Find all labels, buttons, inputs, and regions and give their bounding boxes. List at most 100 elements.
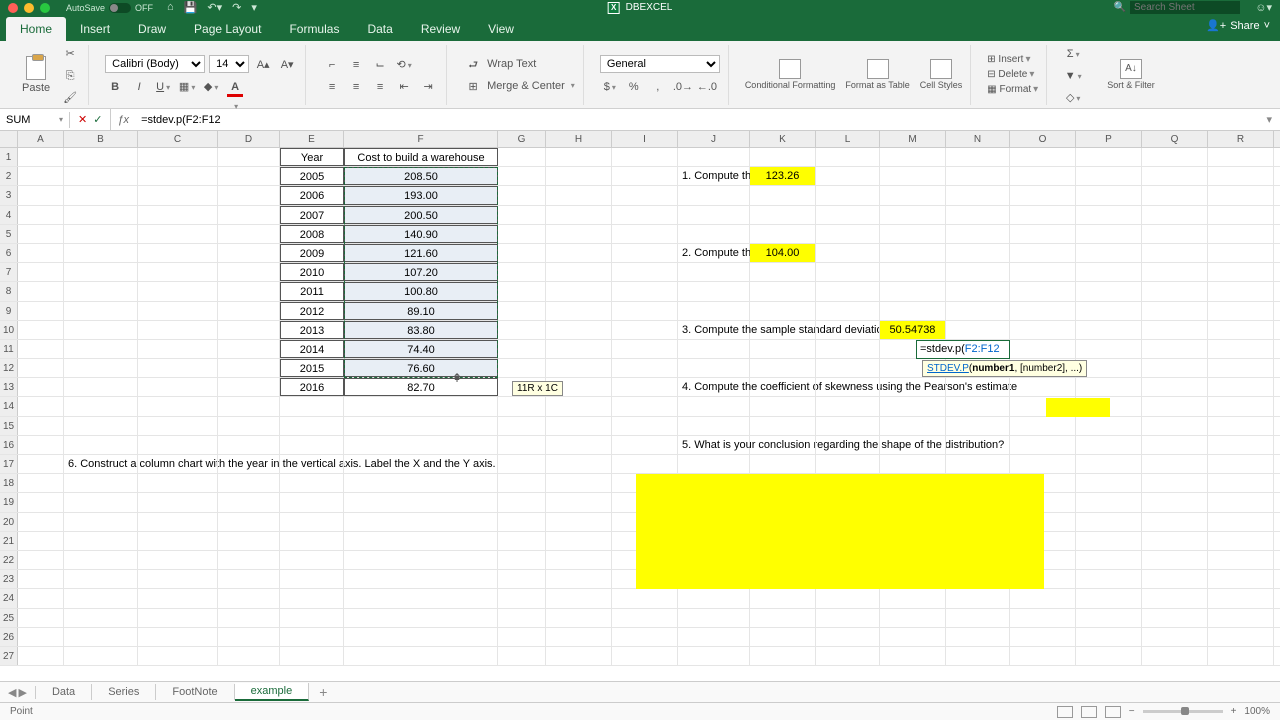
cell[interactable] bbox=[64, 609, 138, 627]
save-icon[interactable]: 💾 bbox=[184, 1, 198, 14]
cell[interactable] bbox=[18, 628, 64, 646]
cell[interactable] bbox=[816, 359, 880, 377]
cell[interactable] bbox=[612, 609, 678, 627]
cell[interactable] bbox=[946, 206, 1010, 224]
increase-indent-icon[interactable]: ⇥ bbox=[418, 77, 438, 95]
column-header[interactable]: P bbox=[1076, 131, 1142, 147]
row-header[interactable]: 2 bbox=[0, 167, 18, 185]
cell[interactable] bbox=[138, 378, 218, 396]
zoom-in-icon[interactable]: + bbox=[1231, 706, 1237, 717]
cell[interactable] bbox=[816, 647, 880, 665]
cell[interactable] bbox=[64, 570, 138, 588]
cell[interactable] bbox=[498, 628, 546, 646]
cell[interactable] bbox=[750, 417, 816, 435]
row-header[interactable]: 15 bbox=[0, 417, 18, 435]
cell[interactable] bbox=[1010, 167, 1076, 185]
cell[interactable] bbox=[18, 263, 64, 281]
cell[interactable] bbox=[64, 321, 138, 339]
copy-icon[interactable]: ⎘ bbox=[60, 66, 80, 84]
cell[interactable] bbox=[64, 628, 138, 646]
cell[interactable] bbox=[218, 455, 280, 473]
cell[interactable] bbox=[546, 474, 612, 492]
cell[interactable] bbox=[816, 589, 880, 607]
cell[interactable] bbox=[1010, 647, 1076, 665]
cell[interactable] bbox=[1142, 186, 1208, 204]
cell[interactable] bbox=[678, 589, 750, 607]
cell[interactable] bbox=[64, 397, 138, 415]
cell[interactable]: 82.70 bbox=[344, 378, 498, 396]
cell[interactable] bbox=[498, 532, 546, 550]
cell[interactable] bbox=[1010, 321, 1076, 339]
cell[interactable] bbox=[546, 455, 612, 473]
cell[interactable] bbox=[344, 647, 498, 665]
cell[interactable] bbox=[1076, 609, 1142, 627]
cell[interactable] bbox=[18, 397, 64, 415]
row-header[interactable]: 19 bbox=[0, 493, 18, 511]
row-header[interactable]: 20 bbox=[0, 513, 18, 531]
cell[interactable]: 107.20 bbox=[344, 263, 498, 281]
cell[interactable] bbox=[946, 321, 1010, 339]
cell[interactable] bbox=[546, 570, 612, 588]
cell[interactable] bbox=[880, 186, 946, 204]
cell[interactable] bbox=[678, 647, 750, 665]
clear-icon[interactable]: ◇▾ bbox=[1063, 88, 1083, 106]
cell[interactable] bbox=[218, 493, 280, 511]
cell[interactable] bbox=[498, 148, 546, 166]
cell[interactable] bbox=[218, 244, 280, 262]
cell[interactable] bbox=[1208, 397, 1274, 415]
cell[interactable] bbox=[1142, 455, 1208, 473]
cell[interactable] bbox=[946, 628, 1010, 646]
align-center-icon[interactable]: ≡ bbox=[346, 77, 366, 95]
cell[interactable] bbox=[946, 609, 1010, 627]
cell[interactable] bbox=[1076, 589, 1142, 607]
cell[interactable] bbox=[946, 647, 1010, 665]
cell[interactable] bbox=[138, 609, 218, 627]
tab-review[interactable]: Review bbox=[407, 17, 474, 41]
cell[interactable] bbox=[612, 206, 678, 224]
bold-button[interactable]: B bbox=[105, 77, 125, 95]
cell[interactable] bbox=[946, 417, 1010, 435]
cell[interactable] bbox=[280, 513, 344, 531]
column-header[interactable]: G bbox=[498, 131, 546, 147]
spreadsheet-grid[interactable]: ABCDEFGHIJKLMNOPQR 1YearCost to build a … bbox=[0, 131, 1280, 681]
cell[interactable] bbox=[1208, 225, 1274, 243]
cell[interactable] bbox=[1076, 282, 1142, 300]
page-layout-view-icon[interactable] bbox=[1081, 706, 1097, 718]
cell[interactable] bbox=[1208, 302, 1274, 320]
cell[interactable] bbox=[344, 397, 498, 415]
cell[interactable] bbox=[344, 417, 498, 435]
cell[interactable] bbox=[218, 321, 280, 339]
cell[interactable] bbox=[18, 359, 64, 377]
cell[interactable] bbox=[546, 532, 612, 550]
fill-icon[interactable]: ▼▾ bbox=[1063, 66, 1083, 84]
cell[interactable] bbox=[280, 417, 344, 435]
increase-font-icon[interactable]: A▴ bbox=[253, 55, 273, 73]
cell[interactable] bbox=[64, 225, 138, 243]
cell[interactable] bbox=[280, 609, 344, 627]
cell[interactable] bbox=[946, 225, 1010, 243]
orientation-icon[interactable]: ⟲▾ bbox=[394, 55, 414, 73]
currency-icon[interactable]: $▾ bbox=[600, 77, 620, 95]
cell[interactable] bbox=[1208, 148, 1274, 166]
cell[interactable] bbox=[138, 513, 218, 531]
cell[interactable] bbox=[1076, 474, 1142, 492]
cell[interactable] bbox=[546, 225, 612, 243]
cell[interactable] bbox=[612, 455, 678, 473]
cell[interactable] bbox=[218, 167, 280, 185]
cell[interactable] bbox=[1208, 321, 1274, 339]
cell[interactable] bbox=[1142, 589, 1208, 607]
cell[interactable] bbox=[218, 513, 280, 531]
cell[interactable]: 2010 bbox=[280, 263, 344, 281]
column-header[interactable]: D bbox=[218, 131, 280, 147]
cell[interactable] bbox=[546, 628, 612, 646]
cell[interactable] bbox=[546, 282, 612, 300]
cell[interactable] bbox=[218, 417, 280, 435]
cell[interactable] bbox=[138, 436, 218, 454]
cell[interactable] bbox=[880, 417, 946, 435]
tab-insert[interactable]: Insert bbox=[66, 17, 124, 41]
row-header[interactable]: 16 bbox=[0, 436, 18, 454]
column-header[interactable]: N bbox=[946, 131, 1010, 147]
cell[interactable] bbox=[1208, 244, 1274, 262]
cell[interactable] bbox=[678, 340, 750, 358]
font-name-select[interactable]: Calibri (Body) bbox=[105, 55, 205, 73]
